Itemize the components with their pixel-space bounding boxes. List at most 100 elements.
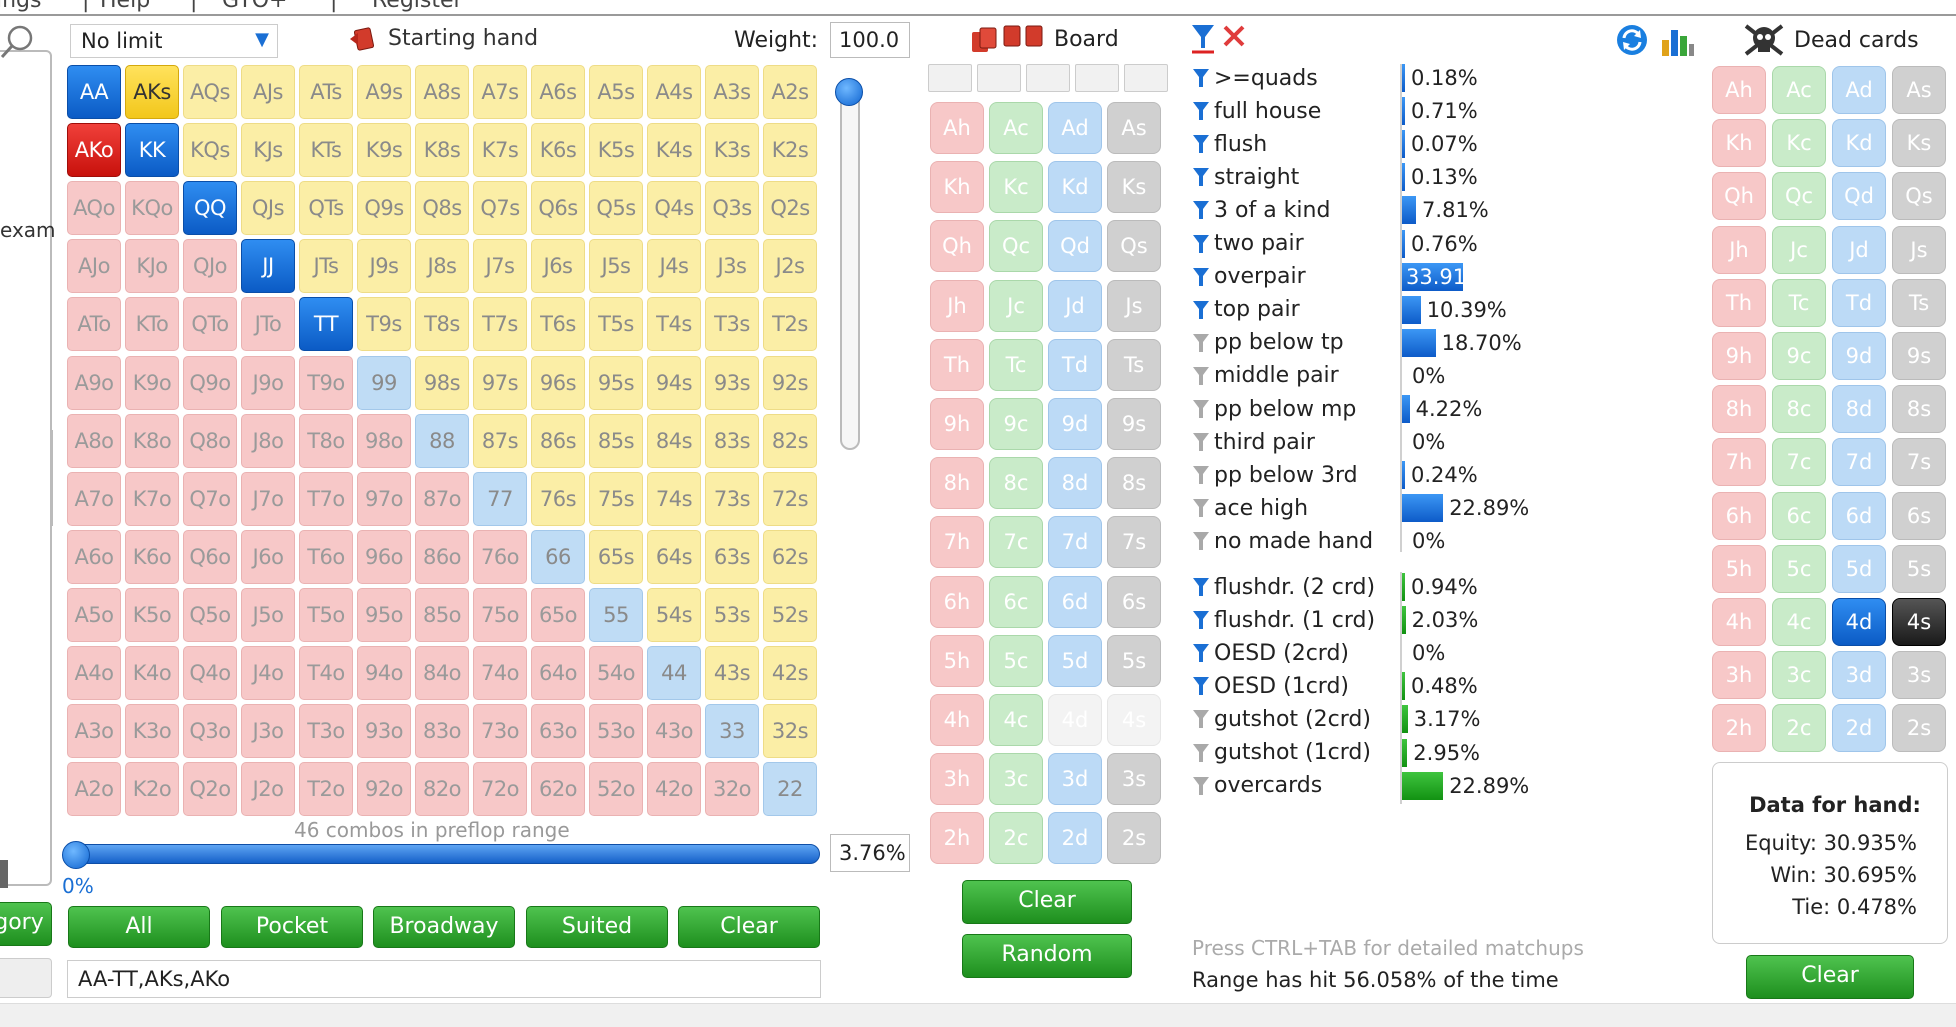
- board-card-7h[interactable]: 7h: [930, 516, 984, 569]
- stat-row[interactable]: gutshot (1crd): [1192, 738, 1424, 768]
- range-text-input[interactable]: AA-TT,AKs,AKo: [67, 960, 821, 998]
- board-card-6d[interactable]: 6d: [1048, 575, 1102, 628]
- hand-cell[interactable]: KTo: [125, 297, 179, 352]
- hand-cell[interactable]: 53s: [705, 587, 759, 642]
- range-clear-button[interactable]: Clear: [678, 906, 820, 948]
- hand-cell[interactable]: T7o: [299, 471, 353, 526]
- menu-item-settings[interactable]: ings: [0, 0, 41, 13]
- board-card-Qc[interactable]: Qc: [989, 220, 1043, 273]
- board-card-4h[interactable]: 4h: [930, 694, 984, 746]
- hand-cell[interactable]: Q3o: [183, 704, 237, 759]
- hand-cell[interactable]: 66: [531, 529, 585, 584]
- board-card-9d[interactable]: 9d: [1048, 398, 1102, 450]
- hand-cell[interactable]: 64s: [647, 529, 701, 584]
- hand-cell[interactable]: Q4s: [647, 181, 701, 236]
- stat-row[interactable]: top pair: [1192, 295, 1424, 325]
- hand-cell[interactable]: 86o: [415, 529, 469, 584]
- dead-card-Qs[interactable]: Qs: [1892, 172, 1946, 221]
- weight-slider-knob[interactable]: [835, 78, 863, 106]
- hand-cell[interactable]: 74o: [473, 646, 527, 701]
- board-card-9s[interactable]: 9s: [1107, 398, 1161, 450]
- hand-cell[interactable]: T5s: [589, 297, 643, 352]
- left-input-stub[interactable]: [0, 958, 52, 998]
- board-card-4d[interactable]: 4d: [1048, 694, 1102, 746]
- board-card-Ac[interactable]: Ac: [989, 102, 1043, 154]
- board-slot-5[interactable]: [1124, 64, 1168, 92]
- board-card-3d[interactable]: 3d: [1048, 753, 1102, 806]
- left-scroll-handle[interactable]: [50, 430, 53, 526]
- dead-card-5d[interactable]: 5d: [1832, 544, 1886, 593]
- filter-icon[interactable]: [1192, 431, 1210, 453]
- dead-card-9s[interactable]: 9s: [1892, 332, 1946, 380]
- hand-cell[interactable]: 62s: [763, 529, 817, 584]
- dead-card-7h[interactable]: 7h: [1712, 438, 1766, 487]
- dead-card-9h[interactable]: 9h: [1712, 332, 1766, 380]
- filter-icon[interactable]: [1192, 530, 1210, 552]
- stat-row[interactable]: 3 of a kind: [1192, 195, 1424, 225]
- dead-card-5h[interactable]: 5h: [1712, 544, 1766, 593]
- hand-cell[interactable]: 84s: [647, 413, 701, 468]
- hand-cell[interactable]: 94o: [357, 646, 411, 701]
- hand-cell[interactable]: A2o: [67, 762, 121, 817]
- hand-cell[interactable]: Q7s: [473, 181, 527, 236]
- hand-cell[interactable]: 55: [589, 587, 643, 642]
- hand-cell[interactable]: K4s: [647, 123, 701, 178]
- hand-cell[interactable]: Q5o: [183, 587, 237, 642]
- hand-cell[interactable]: 82s: [763, 413, 817, 468]
- stat-row[interactable]: flushdr. (2 crd): [1192, 572, 1424, 602]
- stat-row[interactable]: full house: [1192, 96, 1424, 126]
- stat-row[interactable]: OESD (2crd): [1192, 638, 1424, 668]
- dead-clear-button[interactable]: Clear: [1746, 955, 1914, 999]
- dead-card-7s[interactable]: 7s: [1892, 438, 1946, 487]
- board-card-6s[interactable]: 6s: [1107, 575, 1161, 628]
- board-card-6c[interactable]: 6c: [989, 575, 1043, 628]
- hand-cell[interactable]: JTo: [241, 297, 295, 352]
- hand-cell[interactable]: K5o: [125, 587, 179, 642]
- board-card-5d[interactable]: 5d: [1048, 634, 1102, 687]
- dead-card-Qd[interactable]: Qd: [1832, 172, 1886, 221]
- hand-cell[interactable]: K9o: [125, 355, 179, 410]
- hand-cell[interactable]: 98o: [357, 413, 411, 468]
- dead-card-7d[interactable]: 7d: [1832, 438, 1886, 487]
- board-slot-4[interactable]: [1075, 64, 1119, 92]
- filter-icon[interactable]: [1192, 742, 1210, 764]
- dead-card-Ts[interactable]: Ts: [1892, 278, 1946, 327]
- board-card-Ks[interactable]: Ks: [1107, 161, 1161, 214]
- board-card-Ts[interactable]: Ts: [1107, 338, 1161, 391]
- board-card-8d[interactable]: 8d: [1048, 457, 1102, 510]
- hand-cell[interactable]: QQ: [183, 181, 237, 236]
- board-card-Tc[interactable]: Tc: [989, 338, 1043, 391]
- hand-cell[interactable]: 84o: [415, 646, 469, 701]
- hand-cell[interactable]: 44: [647, 646, 701, 701]
- hand-cell[interactable]: Q4o: [183, 646, 237, 701]
- filter-icon[interactable]: [1192, 100, 1210, 122]
- hand-cell[interactable]: Q8o: [183, 413, 237, 468]
- hand-cell[interactable]: KTs: [299, 123, 353, 178]
- dead-card-5s[interactable]: 5s: [1892, 544, 1946, 593]
- filter-icon[interactable]: [1192, 609, 1210, 631]
- hand-cell[interactable]: 65o: [531, 587, 585, 642]
- hand-cell[interactable]: Q9o: [183, 355, 237, 410]
- hand-cell[interactable]: A4s: [647, 65, 701, 119]
- hand-cell[interactable]: J6o: [241, 529, 295, 584]
- refresh-icon[interactable]: [1614, 22, 1650, 58]
- hand-cell[interactable]: 97s: [473, 355, 527, 410]
- hand-cell[interactable]: J8o: [241, 413, 295, 468]
- stat-row[interactable]: pp below mp: [1192, 394, 1424, 424]
- dead-card-Qh[interactable]: Qh: [1712, 172, 1766, 221]
- hand-cell[interactable]: Q9s: [357, 181, 411, 236]
- dead-card-Th[interactable]: Th: [1712, 278, 1766, 327]
- hand-cell[interactable]: 54o: [589, 646, 643, 701]
- board-card-Qd[interactable]: Qd: [1048, 220, 1102, 273]
- board-card-Th[interactable]: Th: [930, 338, 984, 391]
- board-card-Js[interactable]: Js: [1107, 279, 1161, 332]
- board-card-Jc[interactable]: Jc: [989, 279, 1043, 332]
- hand-cell[interactable]: 74s: [647, 471, 701, 526]
- dead-card-Ad[interactable]: Ad: [1832, 66, 1886, 114]
- filter-icon[interactable]: [1192, 365, 1210, 387]
- filter-icon[interactable]: [1192, 464, 1210, 486]
- hand-cell[interactable]: 72s: [763, 471, 817, 526]
- board-card-9h[interactable]: 9h: [930, 398, 984, 450]
- board-card-2d[interactable]: 2d: [1048, 812, 1102, 865]
- hand-cell[interactable]: A9o: [67, 355, 121, 410]
